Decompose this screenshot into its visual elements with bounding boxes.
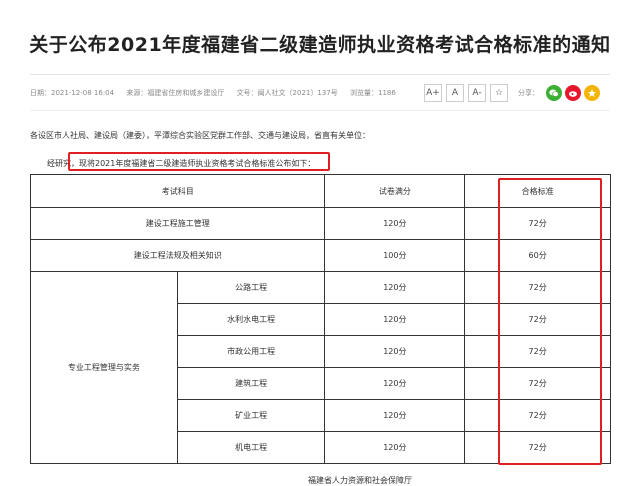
weibo-share-button[interactable] <box>565 85 581 101</box>
full-score-cell: 120分 <box>324 367 466 400</box>
meta-source: 来源：福建省住房和城乡建设厅 <box>126 89 225 97</box>
divider <box>30 110 610 111</box>
wechat-share-button[interactable] <box>546 85 562 101</box>
full-score-cell: 120分 <box>324 431 466 464</box>
issuer-signature: 福建省人力资源和社会保障厅 <box>308 476 412 485</box>
group-label-cell: 专业工程管理与实务 <box>30 271 178 464</box>
subject-cell: 机电工程 <box>176 431 326 464</box>
full-score-cell: 100分 <box>324 239 466 272</box>
share-label: 分享： <box>518 89 539 97</box>
subject-cell: 市政公用工程 <box>176 335 326 368</box>
subject-cell: 建筑工程 <box>176 367 326 400</box>
weibo-icon <box>569 91 577 97</box>
page-title: 关于公布2021年度福建省二级建造师执业资格考试合格标准的通知 <box>29 34 611 56</box>
subject-cell: 水利水电工程 <box>176 303 326 336</box>
divider <box>30 74 610 75</box>
qzone-share-button[interactable] <box>584 85 600 101</box>
meta-date: 日期：2021-12-08 16:04 <box>30 89 115 97</box>
meta-views: 浏览量：1186 <box>349 89 396 97</box>
full-score-cell: 120分 <box>324 207 466 240</box>
font-decrease-button[interactable]: A- <box>468 84 486 102</box>
full-score-cell: 120分 <box>324 271 466 304</box>
subject-cell: 建设工程法规及相关知识 <box>29 239 326 272</box>
qzone-star-icon <box>587 89 597 97</box>
meta-doc-no: 文号：闽人社文〔2021〕137号 <box>236 89 338 97</box>
subject-cell: 矿业工程 <box>176 399 326 432</box>
star-icon: ☆ <box>494 88 504 98</box>
header-full-score: 试卷满分 <box>324 174 466 208</box>
full-score-cell: 120分 <box>324 335 466 368</box>
favorite-button[interactable]: ☆ <box>490 84 508 102</box>
font-increase-button[interactable]: A+ <box>424 84 442 102</box>
article-meta: 日期：2021-12-08 16:04 来源：福建省住房和城乡建设厅 文号：闽人… <box>30 88 406 98</box>
font-normal-button[interactable]: A <box>446 84 464 102</box>
full-score-cell: 120分 <box>324 303 466 336</box>
wechat-icon <box>549 89 559 97</box>
salutation-paragraph: 各设区市人社局、建设局（建委），平潭综合实验区党群工作部、交通与建设局，省直有关… <box>30 131 370 140</box>
header-subject: 考试科目 <box>29 174 326 208</box>
highlight-box-intro <box>68 152 330 171</box>
full-score-cell: 120分 <box>324 399 466 432</box>
article-tools: A+ A A- ☆ 分享： <box>424 84 600 102</box>
subject-cell: 公路工程 <box>176 271 326 304</box>
subject-cell: 建设工程施工管理 <box>29 207 326 240</box>
highlight-box-pass-column <box>498 178 602 465</box>
